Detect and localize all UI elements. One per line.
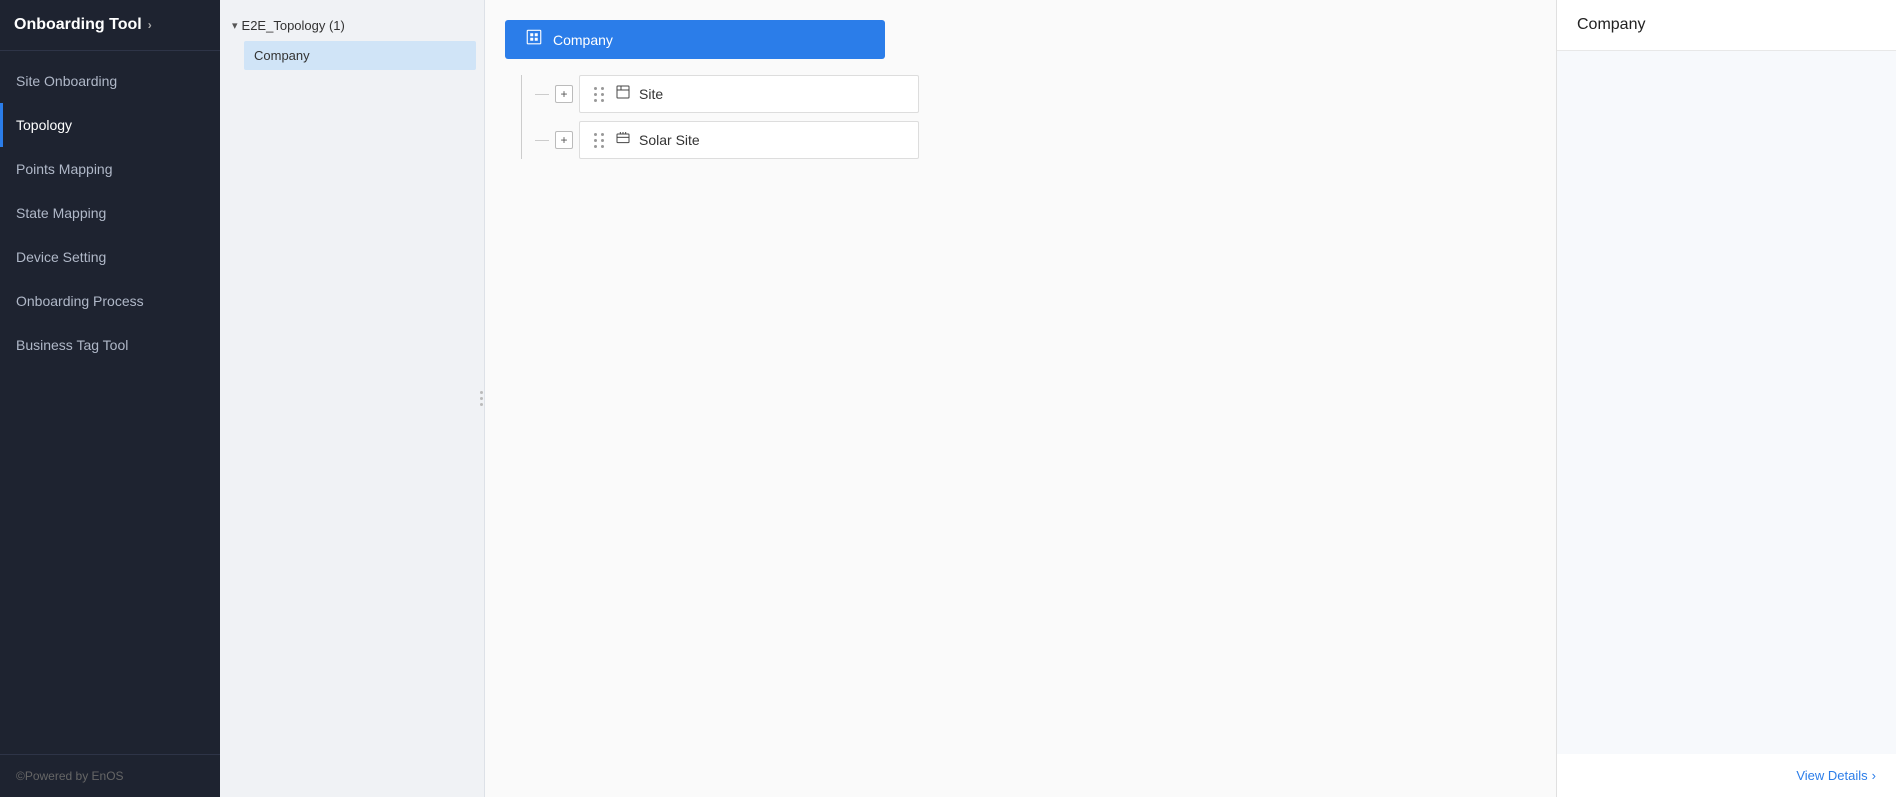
solar-site-node[interactable]: Solar Site	[579, 121, 919, 159]
site-node-icon	[615, 84, 631, 104]
sidebar-label-onboarding-process: Onboarding Process	[16, 293, 144, 309]
company-root-node[interactable]: Company	[505, 20, 885, 59]
sidebar-label-points-mapping: Points Mapping	[16, 161, 113, 177]
sidebar-label-business-tag-tool: Business Tag Tool	[16, 337, 128, 353]
tree-children: Company	[244, 41, 476, 70]
middle-panel: ▾ E2E_Topology (1) Company	[220, 0, 485, 797]
detail-panel-header: Company	[1557, 0, 1896, 51]
sidebar-item-points-mapping[interactable]: Points Mapping	[0, 147, 220, 191]
sidebar-label-device-setting: Device Setting	[16, 249, 106, 265]
resizer-dot-3	[480, 403, 483, 406]
child-nodes: + Site	[535, 75, 1536, 159]
sidebar-footer: ©Powered by EnOS	[0, 754, 220, 797]
tree-collapse-icon: ▾	[232, 19, 238, 32]
site-node-row: + Site	[535, 75, 1536, 113]
detail-panel-footer: View Details ›	[1557, 754, 1896, 797]
app-title: Onboarding Tool	[14, 16, 142, 34]
solar-site-node-row: +	[535, 121, 1536, 159]
resizer-dots	[480, 391, 483, 406]
connector-line-site	[535, 94, 549, 95]
detail-panel: Company View Details ›	[1556, 0, 1896, 797]
detail-panel-body	[1557, 51, 1896, 754]
tree-child-company[interactable]: Company	[244, 41, 476, 70]
sidebar-label-state-mapping: State Mapping	[16, 205, 106, 221]
sidebar-item-site-onboarding[interactable]: Site Onboarding	[0, 59, 220, 103]
view-details-link[interactable]: View Details ›	[1796, 768, 1876, 783]
sidebar-item-device-setting[interactable]: Device Setting	[0, 235, 220, 279]
site-drag-handle-icon	[594, 87, 605, 102]
tree-root[interactable]: ▾ E2E_Topology (1)	[228, 12, 476, 39]
solar-site-expand-button[interactable]: +	[555, 131, 573, 149]
tree-container: ▾ E2E_Topology (1) Company	[220, 0, 484, 797]
site-node[interactable]: Site	[579, 75, 919, 113]
sidebar: Onboarding Tool › Site Onboarding Topolo…	[0, 0, 220, 797]
main-content: Company +	[485, 0, 1556, 797]
sidebar-header[interactable]: Onboarding Tool ›	[0, 0, 220, 51]
sidebar-item-topology[interactable]: Topology	[0, 103, 220, 147]
panel-resizer[interactable]	[478, 0, 484, 797]
site-node-label: Site	[639, 86, 663, 102]
sidebar-label-topology: Topology	[16, 117, 72, 133]
sidebar-label-site-onboarding: Site Onboarding	[16, 73, 117, 89]
solar-site-node-icon	[615, 130, 631, 150]
sidebar-item-onboarding-process[interactable]: Onboarding Process	[0, 279, 220, 323]
view-details-arrow-icon: ›	[1872, 768, 1876, 783]
topology-area: Company +	[485, 0, 1556, 797]
resizer-dot-2	[480, 397, 483, 400]
powered-by-label: ©Powered by EnOS	[16, 769, 124, 783]
tree-root-label: E2E_Topology (1)	[242, 18, 345, 33]
header-chevron-icon: ›	[148, 18, 152, 32]
connector-line-solar-site	[535, 140, 549, 141]
detail-panel-title: Company	[1577, 16, 1645, 33]
solar-site-drag-handle-icon	[594, 133, 605, 148]
solar-site-node-label: Solar Site	[639, 132, 700, 148]
company-node-label: Company	[553, 32, 613, 48]
sidebar-item-business-tag-tool[interactable]: Business Tag Tool	[0, 323, 220, 367]
sidebar-nav: Site Onboarding Topology Points Mapping …	[0, 51, 220, 754]
view-details-label: View Details	[1796, 768, 1867, 783]
company-node-icon	[525, 28, 543, 51]
tree-child-company-label: Company	[254, 48, 310, 63]
sidebar-item-state-mapping[interactable]: State Mapping	[0, 191, 220, 235]
resizer-dot-1	[480, 391, 483, 394]
site-expand-button[interactable]: +	[555, 85, 573, 103]
